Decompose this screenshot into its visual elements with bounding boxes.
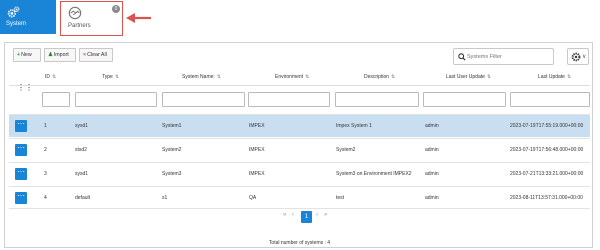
gears-icon [7, 6, 20, 18]
grip-icon: ⋮⋮ [17, 83, 33, 92]
cell-type: sysd1 [75, 123, 89, 129]
filter-field-id[interactable] [42, 92, 70, 107]
cell-type: sysd1 [75, 171, 89, 177]
red-arrow-indicator [126, 13, 151, 23]
row-actions-button[interactable]: ⋯ [15, 144, 27, 156]
column-header-last-update[interactable]: Last Update ⇅ [538, 74, 571, 80]
column-header-last-user-update[interactable]: Last User Update ⇅ [446, 74, 491, 80]
sort-icon: ⇅ [391, 74, 396, 80]
cell-system-name: System1 [162, 123, 182, 129]
gear-icon [571, 52, 581, 62]
column-header-label: ID [45, 74, 50, 80]
plus-icon: + [17, 52, 21, 58]
last-page-button[interactable]: » [324, 212, 327, 218]
cell-environment: IMPEX [249, 147, 265, 153]
filter-field-system-name[interactable] [162, 92, 245, 107]
filter-field-environment[interactable] [248, 92, 330, 107]
column-header-label: Last Update [538, 74, 565, 80]
cell-id: 2 [44, 147, 47, 153]
systems-filter [453, 48, 554, 65]
table-row[interactable]: ⋯ 2 stsd2 System2 IMPEX System2 admin 20… [9, 138, 590, 161]
cell-last-user-update: admin [425, 171, 439, 177]
cell-last-update: 2023-08-11T13:57:31.000+00:00 [510, 195, 583, 201]
column-header-system-name[interactable]: System Name: ⇅ [182, 74, 221, 80]
cell-id: 1 [44, 123, 47, 129]
user-import-icon: ♟ [48, 52, 53, 58]
partners-count-badge: 0 [112, 5, 120, 13]
total-systems-count: Total number of systems : 4 [268, 240, 331, 246]
cell-type: default [75, 195, 91, 201]
table-row[interactable]: ⋯ 4 default s1 QA test admin 2023-08-11T… [9, 186, 590, 209]
column-header-label: Environment [275, 74, 304, 80]
column-header-label: System Name: [182, 74, 215, 80]
cell-description: Impex System 1 [336, 123, 372, 129]
search-input[interactable] [467, 52, 551, 62]
cell-description: System2 [336, 147, 356, 153]
filter-field-last-update[interactable] [510, 92, 590, 107]
column-header-label: Type [102, 74, 113, 80]
cell-id: 3 [44, 171, 47, 177]
tab-system[interactable]: System [0, 0, 56, 34]
prev-page-button[interactable]: ‹ [292, 212, 294, 218]
header-divider [9, 85, 590, 86]
column-header-type[interactable]: Type ⇅ [102, 74, 119, 80]
row-actions-button[interactable]: ⋯ [15, 120, 27, 132]
top-tab-bar: System 0 Partners [0, 0, 600, 38]
handshake-icon [68, 6, 82, 20]
first-page-button[interactable]: « [283, 212, 286, 218]
sort-icon: ⇅ [486, 74, 492, 80]
chevron-down-icon: ∨ [582, 54, 587, 60]
import-button[interactable]: ♟Import [44, 48, 76, 62]
clear-all-button[interactable]: ×Clear All [79, 48, 113, 62]
import-button-label: Import [53, 52, 69, 58]
column-header-id[interactable]: ID ⇅ [45, 74, 56, 80]
table-row[interactable]: ⋯ 1 sysd1 System1 IMPEX Impex System 1 a… [9, 114, 590, 137]
sort-icon: ⇅ [52, 74, 57, 80]
systems-panel: +New ♟Import ×Clear All ∨ ID⇅ Type⇅ Syst… [4, 42, 593, 248]
tab-partners-label: Partners [68, 23, 91, 29]
sort-icon: ⇅ [566, 74, 572, 80]
clear-all-button-label: Clear All [87, 52, 107, 58]
cell-id: 4 [44, 195, 47, 201]
cell-environment: IMPEX [249, 171, 265, 177]
row-actions-button[interactable]: ⋯ [15, 168, 27, 180]
filter-field-last-user-update[interactable] [423, 92, 506, 107]
cell-last-user-update: admin [425, 147, 439, 153]
cell-last-update: 2023-07-19T17:55:19.000+00:00 [510, 123, 584, 129]
column-header-label: Description [364, 74, 390, 80]
cell-environment: IMPEX [249, 123, 265, 129]
cell-last-update: 2023-07-19T17:56:48.000+00:00 [510, 147, 584, 153]
cell-last-user-update: admin [425, 195, 439, 201]
filter-field-type[interactable] [75, 92, 157, 107]
cell-type: stsd2 [75, 147, 87, 153]
column-header-description[interactable]: Description ⇅ [364, 74, 395, 80]
cell-environment: QA [249, 195, 257, 201]
cell-last-update: 2023-07-21T13:33:21.000+00:00 [510, 171, 584, 177]
column-header-label: Last User Update [446, 74, 485, 80]
cell-description: test [336, 195, 345, 201]
table-row[interactable]: ⋯ 3 sysd1 System3 IMPEX System3 on Envir… [9, 162, 590, 185]
cell-system-name: System2 [162, 147, 182, 153]
sort-icon: ⇅ [216, 74, 221, 80]
sort-icon: ⇅ [305, 74, 310, 80]
close-icon: × [83, 52, 87, 58]
search-icon [458, 53, 466, 61]
row-actions-button[interactable]: ⋯ [15, 192, 27, 204]
column-settings-button[interactable]: ∨ [567, 48, 589, 65]
new-button-label: New [21, 52, 32, 58]
tab-system-label: System [6, 21, 27, 27]
new-button[interactable]: +New [13, 48, 41, 62]
tab-partners[interactable]: 0 Partners [60, 1, 123, 36]
cell-description: System3 on Environment IMPEX2 [336, 171, 412, 177]
cell-system-name: System3 [162, 171, 182, 177]
page-1-button[interactable]: 1 [301, 211, 312, 223]
column-header-environment[interactable]: Environment ⇅ [275, 74, 309, 80]
next-page-button[interactable]: › [316, 212, 318, 218]
filter-field-description[interactable] [335, 92, 419, 107]
cell-system-name: s1 [162, 195, 168, 201]
sort-icon: ⇅ [114, 74, 120, 80]
cell-last-user-update: admin [425, 123, 439, 129]
